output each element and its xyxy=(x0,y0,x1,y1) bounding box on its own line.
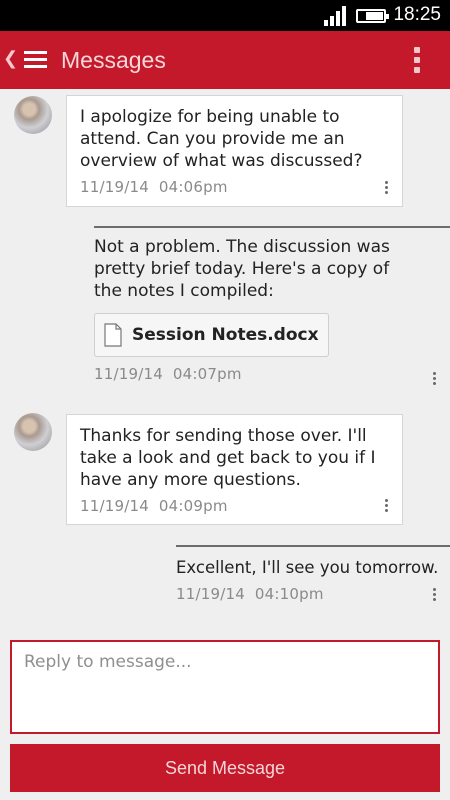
message-time: 04:07pm xyxy=(172,365,242,383)
message-text: Not a problem. The discussion was pretty… xyxy=(94,237,390,301)
message-date: 11/19/14 xyxy=(94,365,163,383)
message-timestamp: 11/19/14 04:07pm xyxy=(94,365,450,383)
overflow-menu-icon[interactable] xyxy=(414,47,420,73)
message-time: 04:10pm xyxy=(254,585,324,603)
message-bubble-incoming[interactable]: I apologize for being unable to attend. … xyxy=(66,95,403,207)
send-message-button[interactable]: Send Message xyxy=(10,744,440,792)
message-date: 11/19/14 xyxy=(80,497,149,515)
message-text: Thanks for sending those over. I'll take… xyxy=(80,426,376,490)
avatar xyxy=(14,413,52,451)
back-icon[interactable]: ❮ xyxy=(3,48,18,69)
message-bubble-outgoing[interactable]: Excellent, I'll see you tomorrow. 11/19/… xyxy=(176,557,450,603)
message-time: 04:06pm xyxy=(158,178,228,196)
document-icon xyxy=(104,323,122,347)
page-title: Messages xyxy=(61,47,166,73)
message-text: I apologize for being unable to attend. … xyxy=(80,107,363,171)
attachment-chip[interactable]: Session Notes.docx xyxy=(94,313,329,357)
message-date: 11/19/14 xyxy=(176,585,245,603)
message-options-icon[interactable] xyxy=(433,372,436,385)
message-timestamp: 11/19/14 04:06pm xyxy=(80,178,389,196)
message-text: Excellent, I'll see you tomorrow. xyxy=(176,558,439,577)
message-date: 11/19/14 xyxy=(80,178,149,196)
message-time: 04:09pm xyxy=(158,497,228,515)
message-options-icon[interactable] xyxy=(385,181,388,194)
message-timestamp: 11/19/14 04:10pm xyxy=(176,585,450,603)
outgoing-divider xyxy=(94,226,450,228)
message-bubble-incoming[interactable]: Thanks for sending those over. I'll take… xyxy=(66,414,403,525)
status-time: 18:25 xyxy=(393,4,441,25)
avatar xyxy=(14,96,52,134)
message-timestamp: 11/19/14 04:09pm xyxy=(80,497,389,515)
signal-icon xyxy=(324,6,346,26)
message-options-icon[interactable] xyxy=(433,588,436,601)
message-options-icon[interactable] xyxy=(385,499,388,512)
battery-icon xyxy=(356,9,389,23)
outgoing-divider xyxy=(176,545,450,547)
reply-input[interactable] xyxy=(10,640,440,734)
message-bubble-outgoing[interactable]: Not a problem. The discussion was pretty… xyxy=(94,236,450,385)
app-bar: ❮ Messages xyxy=(0,31,450,89)
attachment-filename: Session Notes.docx xyxy=(132,325,319,345)
hamburger-menu-icon[interactable] xyxy=(24,51,47,69)
status-bar: 18:25 xyxy=(0,0,450,31)
